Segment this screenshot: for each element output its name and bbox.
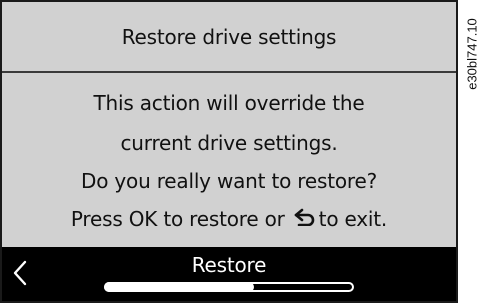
- scroll-indicator[interactable]: [104, 282, 354, 292]
- message-area: This action will override the current dr…: [2, 73, 456, 249]
- image-reference-code-text: e30bl747.10: [464, 18, 480, 90]
- scroll-thumb[interactable]: [104, 282, 254, 292]
- image-reference-code: e30bl747.10: [462, 4, 482, 104]
- message-line-1: This action will override the: [93, 91, 365, 115]
- footer-bar: Restore: [2, 247, 456, 301]
- message-line-4-end: to exit.: [318, 207, 388, 231]
- message-line-2: current drive settings.: [120, 131, 338, 155]
- footer-label: Restore: [191, 253, 267, 277]
- back-arrow-icon: [293, 207, 317, 231]
- message-line-4: Press OK to restore or to exit.: [2, 207, 456, 233]
- page-title: Restore drive settings: [121, 24, 337, 49]
- message-line-3: Do you really want to restore?: [81, 169, 377, 193]
- display-screen: Restore drive settings This action will …: [0, 0, 458, 303]
- message-line-4-start: Press OK to restore or: [70, 207, 285, 231]
- screen-header: Restore drive settings: [2, 2, 456, 73]
